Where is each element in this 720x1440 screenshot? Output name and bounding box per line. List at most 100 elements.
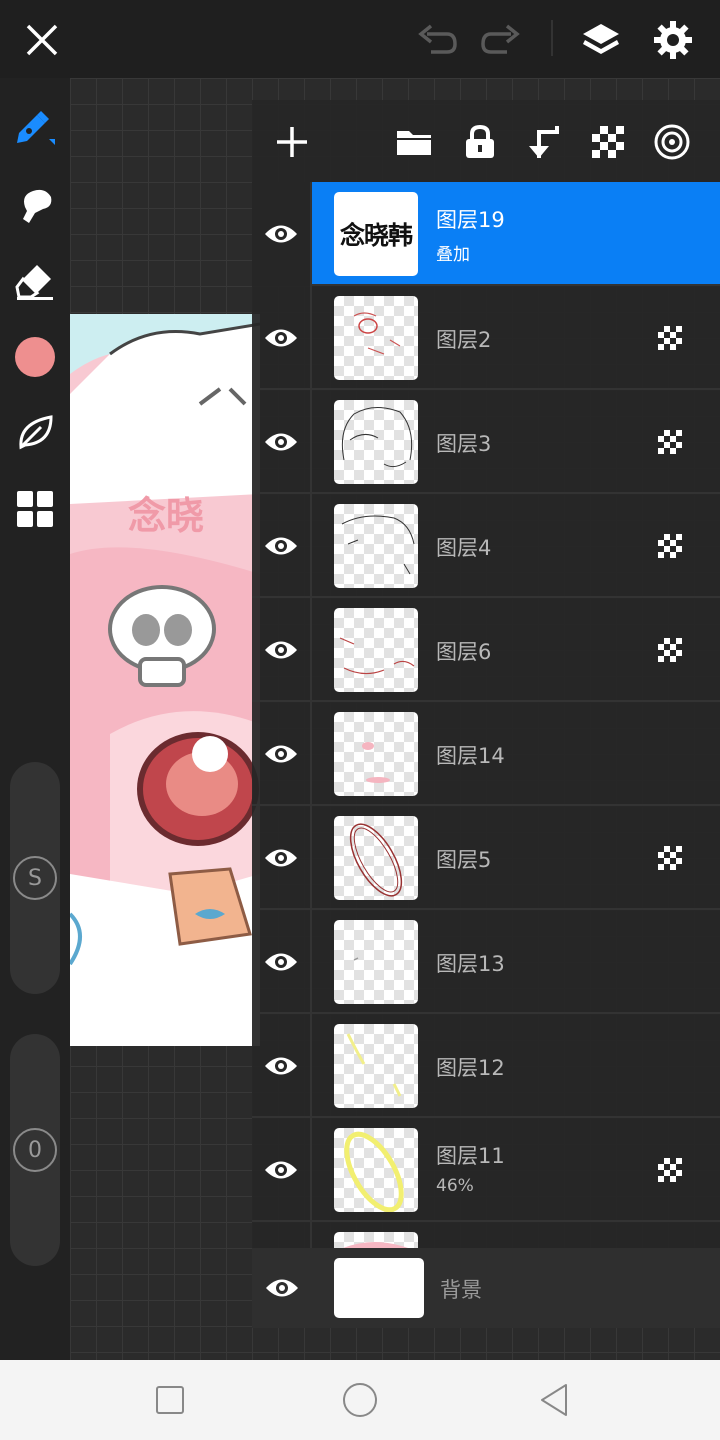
visibility-toggle[interactable] (252, 494, 312, 598)
artwork-stamp-text: 念晓 (128, 494, 204, 538)
alpha-lock-icon[interactable] (658, 534, 682, 558)
alpha-lock-icon[interactable] (658, 1158, 682, 1182)
brush-opacity-slider[interactable]: 0 (10, 1034, 60, 1266)
add-layer-icon[interactable] (270, 120, 314, 164)
layers-icon[interactable] (579, 18, 623, 62)
alpha-lock-icon[interactable] (658, 430, 682, 454)
layer-row[interactable]: 图层3 (252, 390, 720, 494)
background-thumbnail (334, 1258, 424, 1318)
layers-panel-toolbar (252, 100, 720, 182)
alpha-lock-icon[interactable] (658, 326, 682, 350)
eye-icon (265, 1057, 297, 1075)
layer-thumbnail (334, 1024, 418, 1108)
settings-icon[interactable] (651, 18, 695, 62)
layer-name: 图层13 (436, 952, 505, 976)
layer-thumbnail (334, 816, 418, 900)
back-icon[interactable] (534, 1380, 574, 1420)
pen-icon[interactable] (12, 102, 58, 148)
eye-icon (266, 1279, 298, 1297)
layer-row[interactable] (252, 1222, 720, 1248)
leaf-icon[interactable] (12, 410, 58, 456)
layer-thumbnail (334, 504, 418, 588)
layer-name: 图层4 (436, 536, 492, 560)
layer-thumbnail-text: 念晓韩 (339, 221, 413, 250)
layer-thumbnail (334, 1232, 418, 1248)
eye-icon (265, 433, 297, 451)
smudge-icon[interactable] (12, 182, 58, 228)
layer-name: 图层2 (436, 328, 492, 352)
layer-thumbnail (334, 400, 418, 484)
undo-icon[interactable] (415, 18, 459, 62)
layer-name: 图层14 (436, 744, 505, 768)
visibility-toggle[interactable] (252, 1014, 312, 1118)
layer-name: 图层3 (436, 432, 492, 456)
layer-opacity: 46% (436, 1176, 474, 1196)
layer-thumbnail (334, 296, 418, 380)
eraser-icon[interactable] (12, 258, 58, 304)
merge-down-icon[interactable] (522, 120, 566, 164)
grid-icon[interactable] (12, 486, 58, 532)
brush-size-knob[interactable]: S (13, 856, 57, 900)
visibility-toggle[interactable] (252, 390, 312, 494)
layer-row[interactable]: 图层5 (252, 806, 720, 910)
layer-row[interactable]: 念晓韩 图层19 叠加 (252, 182, 720, 286)
layer-blend-mode: 叠加 (436, 245, 470, 265)
color-swatch[interactable] (12, 334, 58, 380)
layers-panel: 念晓韩 图层19 叠加 图层2 图层3 图层4 图层6 图层14 图层5 图层1… (252, 100, 720, 1328)
eye-icon (265, 1161, 297, 1179)
eye-icon (265, 849, 297, 867)
layer-row[interactable]: 图层4 (252, 494, 720, 598)
layer-row[interactable]: 图层12 (252, 1014, 720, 1118)
layer-row[interactable]: 图层6 (252, 598, 720, 702)
background-layer-row[interactable]: 背景 (252, 1248, 720, 1328)
close-icon[interactable] (20, 18, 64, 62)
eye-icon (265, 225, 297, 243)
left-toolbar: S 0 (0, 78, 70, 1360)
layers-list[interactable]: 念晓韩 图层19 叠加 图层2 图层3 图层4 图层6 图层14 图层5 图层1… (252, 182, 720, 1248)
background-layer-name: 背景 (440, 1278, 482, 1302)
brush-size-slider[interactable]: S (10, 762, 60, 994)
visibility-toggle[interactable] (252, 182, 312, 286)
layer-row[interactable]: 图层13 (252, 910, 720, 1014)
eye-icon (265, 537, 297, 555)
eye-icon (265, 745, 297, 763)
layer-row[interactable]: 图层2 (252, 286, 720, 390)
target-icon[interactable] (650, 120, 694, 164)
system-nav-bar (0, 1360, 720, 1440)
layer-row[interactable]: 图层14 (252, 702, 720, 806)
visibility-toggle[interactable] (252, 1118, 312, 1222)
visibility-toggle[interactable] (252, 598, 312, 702)
layer-name: 图层19 (436, 208, 505, 232)
visibility-toggle[interactable] (252, 910, 312, 1014)
visibility-toggle[interactable] (252, 702, 312, 806)
layer-thumbnail (334, 608, 418, 692)
layer-thumbnail: 念晓韩 (334, 192, 418, 276)
artwork-preview[interactable]: 念晓 (70, 314, 260, 1046)
layer-thumbnail (334, 712, 418, 796)
visibility-toggle[interactable] (252, 1248, 312, 1328)
eye-icon (265, 329, 297, 347)
visibility-toggle[interactable] (252, 1222, 312, 1248)
visibility-toggle[interactable] (252, 806, 312, 910)
top-bar (0, 0, 720, 78)
layer-name: 图层11 (436, 1144, 505, 1168)
home-icon[interactable] (340, 1380, 380, 1420)
eye-icon (265, 953, 297, 971)
brush-opacity-knob[interactable]: 0 (13, 1128, 57, 1172)
layer-thumbnail (334, 920, 418, 1004)
redo-icon[interactable] (479, 18, 523, 62)
checker-icon[interactable] (586, 120, 630, 164)
layer-name: 图层12 (436, 1056, 505, 1080)
eye-icon (265, 641, 297, 659)
alpha-lock-icon[interactable] (658, 638, 682, 662)
layer-name: 图层5 (436, 848, 492, 872)
recents-icon[interactable] (150, 1380, 190, 1420)
layer-row[interactable]: 图层11 46% (252, 1118, 720, 1222)
folder-icon[interactable] (392, 120, 436, 164)
layer-name: 图层6 (436, 640, 492, 664)
alpha-lock-icon[interactable] (658, 846, 682, 870)
layer-thumbnail (334, 1128, 418, 1212)
visibility-toggle[interactable] (252, 286, 312, 390)
toolbar-divider (551, 20, 553, 56)
lock-icon[interactable] (458, 120, 502, 164)
